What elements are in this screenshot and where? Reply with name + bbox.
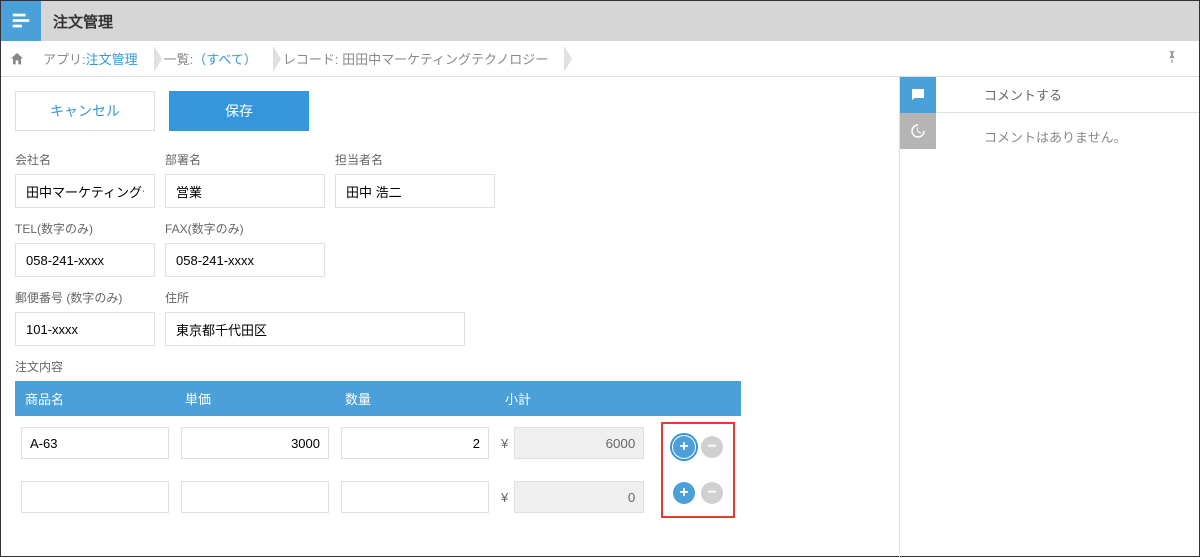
- row-actions-highlight: + − + −: [661, 422, 735, 518]
- zip-label: 郵便番号 (数字のみ): [15, 289, 155, 306]
- save-button[interactable]: 保存: [169, 91, 309, 131]
- crumb-list-label: 一覧:: [164, 49, 194, 68]
- dept-label: 部署名: [165, 151, 325, 168]
- dept-input[interactable]: [165, 174, 325, 208]
- remove-row-button[interactable]: −: [701, 436, 723, 458]
- comment-empty: コメントはありません。: [936, 113, 1199, 160]
- comment-action[interactable]: コメントする: [936, 77, 1199, 113]
- cancel-button[interactable]: キャンセル: [15, 91, 155, 131]
- row-price-input[interactable]: [181, 481, 329, 513]
- crumb-record-label: レコード: 田田中マーケティングテクノロジー: [283, 49, 548, 68]
- crumb-app[interactable]: アプリ: 注文管理: [33, 46, 154, 72]
- addr-input[interactable]: [165, 312, 465, 346]
- table-row: ¥: [15, 470, 741, 524]
- row-qty-input[interactable]: [341, 481, 489, 513]
- fax-label: FAX(数字のみ): [165, 220, 325, 237]
- crumb-app-link: 注文管理: [86, 49, 138, 68]
- order-title: 注文内容: [15, 358, 885, 375]
- row-price-input[interactable]: [181, 427, 329, 459]
- home-icon[interactable]: [9, 51, 25, 67]
- th-name: 商品名: [15, 381, 175, 416]
- company-input[interactable]: [15, 174, 155, 208]
- crumb-list-link: （すべて）: [193, 49, 257, 68]
- tel-input[interactable]: [15, 243, 155, 277]
- addr-label: 住所: [165, 289, 465, 306]
- fax-input[interactable]: [165, 243, 325, 277]
- add-row-button[interactable]: +: [673, 436, 695, 458]
- form-area: キャンセル 保存 会社名 部署名 担当者名 TEL(数字のみ) F: [1, 77, 899, 558]
- tel-label: TEL(数字のみ): [15, 220, 155, 237]
- company-label: 会社名: [15, 151, 155, 168]
- crumb-list[interactable]: 一覧: （すべて）: [154, 46, 273, 72]
- yen-symbol: ¥: [501, 490, 508, 505]
- app-header: 注文管理: [1, 1, 1199, 41]
- sidebar: コメントする コメントはありません。: [899, 77, 1199, 558]
- row-qty-input[interactable]: [341, 427, 489, 459]
- app-title: 注文管理: [53, 11, 113, 32]
- comment-tab[interactable]: [900, 77, 936, 113]
- th-subtotal: 小計: [495, 381, 655, 416]
- pin-icon[interactable]: [1165, 50, 1179, 67]
- add-row-button[interactable]: +: [673, 482, 695, 504]
- contact-label: 担当者名: [335, 151, 495, 168]
- th-price: 単価: [175, 381, 335, 416]
- crumb-record: レコード: 田田中マーケティングテクノロジー: [273, 46, 564, 72]
- row-subtotal: [514, 427, 644, 459]
- yen-symbol: ¥: [501, 436, 508, 451]
- app-icon: [1, 1, 41, 41]
- table-row: ¥ + − + −: [15, 416, 741, 470]
- breadcrumb: アプリ: 注文管理 一覧: （すべて） レコード: 田田中マーケティングテクノロ…: [1, 41, 1199, 77]
- order-table: 商品名 単価 数量 小計 ¥ +: [15, 381, 741, 524]
- row-name-input[interactable]: [21, 481, 169, 513]
- row-name-input[interactable]: [21, 427, 169, 459]
- th-qty: 数量: [335, 381, 495, 416]
- contact-input[interactable]: [335, 174, 495, 208]
- remove-row-button[interactable]: −: [701, 482, 723, 504]
- crumb-app-label: アプリ:: [43, 49, 86, 68]
- history-tab[interactable]: [900, 113, 936, 149]
- zip-input[interactable]: [15, 312, 155, 346]
- row-subtotal: [514, 481, 644, 513]
